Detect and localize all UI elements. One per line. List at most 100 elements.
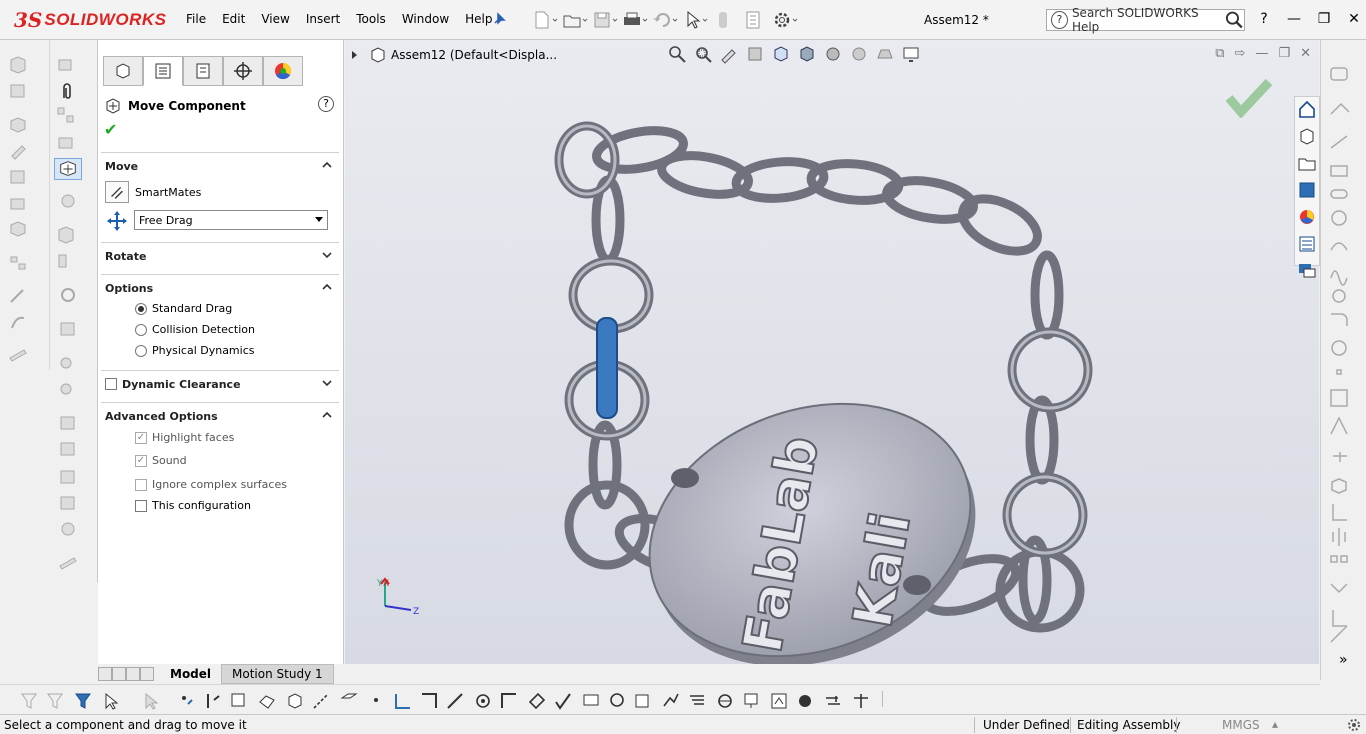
filter-geometric-tolerance-icon[interactable]: [554, 692, 572, 710]
unit-system-button[interactable]: MMGS: [1222, 718, 1260, 732]
print-icon[interactable]: [622, 10, 648, 30]
new-document-icon[interactable]: [532, 10, 558, 30]
filter-datum-targets-icon[interactable]: [716, 692, 734, 710]
update-speedpak-icon[interactable]: [58, 440, 78, 458]
selected-link[interactable]: [596, 317, 618, 419]
select-all-filters-icon[interactable]: [74, 692, 92, 710]
smart-fasteners-icon[interactable]: [8, 142, 28, 160]
pin-menu-icon[interactable]: [492, 12, 506, 26]
filter-surface-bodies-icon[interactable]: [258, 692, 276, 710]
spring-icon[interactable]: [8, 314, 28, 332]
forum-icon[interactable]: [1297, 261, 1317, 281]
solidworks-logo[interactable]: 3S SOLIDWORKS: [14, 6, 166, 34]
section-view-icon[interactable]: [745, 44, 765, 64]
tab-property-manager[interactable]: [143, 56, 183, 86]
help-search-box[interactable]: ? Search SOLIDWORKS Help: [1046, 6, 1245, 34]
view-palette-icon[interactable]: [1297, 180, 1317, 200]
paperclip-icon[interactable]: [58, 82, 78, 100]
file-properties-icon[interactable]: [742, 10, 768, 30]
panel-help-button[interactable]: ?: [318, 96, 334, 112]
filter-datum-features-icon[interactable]: [662, 692, 680, 710]
dynamic-clearance-header[interactable]: Dynamic Clearance: [101, 371, 339, 397]
rebuild-icon[interactable]: [712, 10, 738, 30]
design-library-icon[interactable]: [1297, 126, 1317, 146]
edit-component-icon[interactable]: [56, 56, 76, 74]
linear-pattern-icon[interactable]: [8, 116, 28, 134]
measure-tool-icon[interactable]: [58, 554, 78, 572]
filter-vertices-icon[interactable]: [178, 692, 196, 710]
filter-planes-icon[interactable]: [340, 692, 358, 710]
filter-dimensions-icon[interactable]: [500, 692, 518, 710]
options-section-header[interactable]: Options: [101, 275, 339, 301]
advanced-options-header[interactable]: Advanced Options: [101, 403, 339, 429]
filter-faces-icon[interactable]: [230, 692, 248, 710]
last-tab-button[interactable]: [140, 667, 154, 681]
minimize-button[interactable]: —: [1284, 11, 1304, 27]
tab-configuration-manager[interactable]: [183, 56, 223, 86]
chain-tag-model[interactable]: FabLab Kali: [545, 110, 1105, 670]
standard-drag-radio[interactable]: Standard Drag: [135, 302, 232, 315]
feature-tree-flyout[interactable]: Assem12 (Default<Displa...: [349, 46, 557, 64]
viewport-split-icon[interactable]: ⧉: [1215, 46, 1224, 61]
open-folder-icon[interactable]: [562, 10, 588, 30]
filter-icon[interactable]: [20, 692, 38, 710]
search-icon[interactable]: [1225, 10, 1244, 30]
filter-routing-points-icon[interactable]: [824, 692, 842, 710]
options-gear-icon[interactable]: [772, 10, 798, 30]
filter-axes-icon[interactable]: [312, 692, 330, 710]
menu-insert[interactable]: Insert: [298, 12, 348, 26]
filter-midpoints-icon[interactable]: [420, 692, 438, 710]
exploded-view-icon[interactable]: [58, 354, 78, 372]
sketch-tool-icons[interactable]: [1329, 56, 1351, 656]
ignore-complex-surfaces-checkbox[interactable]: Ignore complex surfaces: [135, 478, 287, 491]
large-assembly-icon[interactable]: [58, 494, 78, 512]
hide-show-components-icon[interactable]: [58, 192, 78, 210]
filter-mates-icon[interactable]: [852, 692, 870, 710]
explode-line-icon[interactable]: [58, 380, 78, 398]
tab-feature-manager[interactable]: [103, 56, 143, 86]
help-menu-button[interactable]: ?: [1254, 11, 1274, 27]
menu-tools[interactable]: Tools: [348, 12, 394, 26]
filter-sketch-segments-icon[interactable]: [394, 692, 412, 710]
chevron-up-icon[interactable]: [321, 409, 333, 421]
undo-icon[interactable]: [652, 10, 678, 30]
tab-dimxpert-manager[interactable]: [223, 56, 263, 86]
previous-view-icon[interactable]: [719, 44, 739, 64]
edit-appearance-icon[interactable]: [849, 44, 869, 64]
select-arrow-icon[interactable]: [682, 10, 708, 30]
filter-weld-symbols-icon[interactable]: [634, 692, 652, 710]
this-configuration-checkbox[interactable]: This configuration: [135, 499, 251, 512]
filter-solid-bodies-icon[interactable]: [286, 692, 304, 710]
select-pointer-icon[interactable]: [102, 692, 120, 710]
menu-window[interactable]: Window: [394, 12, 457, 26]
home-icon[interactable]: [1297, 99, 1317, 119]
mirror-components-icon[interactable]: [56, 134, 76, 152]
reference-geometry-icon[interactable]: [8, 194, 28, 212]
expand-arrow-icon[interactable]: [349, 50, 359, 60]
instant3d-icon[interactable]: [58, 414, 78, 432]
filter-dowel-pin-icon[interactable]: [770, 692, 788, 710]
chevron-up-icon[interactable]: [321, 281, 333, 293]
reference-geometry-icon[interactable]: [56, 252, 76, 270]
take-snapshot-icon[interactable]: [58, 468, 78, 486]
move-component-icon[interactable]: [54, 158, 82, 180]
sketch-icon[interactable]: [8, 288, 28, 306]
zoom-to-area-icon[interactable]: [693, 44, 713, 64]
save-icon[interactable]: [592, 10, 618, 30]
component-pattern-icon[interactable]: [56, 106, 76, 124]
apply-scene-icon[interactable]: [875, 44, 895, 64]
status-settings-icon[interactable]: [1346, 717, 1362, 733]
tab-motion-study[interactable]: Motion Study 1: [221, 664, 334, 684]
view-orientation-icon[interactable]: [771, 44, 791, 64]
viewport-minimize-icon[interactable]: —: [1255, 46, 1268, 61]
filter-centerline-icon[interactable]: [474, 692, 492, 710]
select-other-icon[interactable]: [142, 692, 160, 710]
insert-component-icon[interactable]: [8, 56, 28, 74]
previous-tab-button[interactable]: [112, 667, 126, 681]
display-style-icon[interactable]: [797, 44, 817, 64]
assembly-feature-icon[interactable]: [56, 226, 76, 244]
filter-edges-icon[interactable]: [204, 692, 222, 710]
assembly-features-icon[interactable]: [8, 168, 28, 186]
first-tab-button[interactable]: [98, 667, 112, 681]
filter-notes-icon[interactable]: [582, 692, 600, 710]
